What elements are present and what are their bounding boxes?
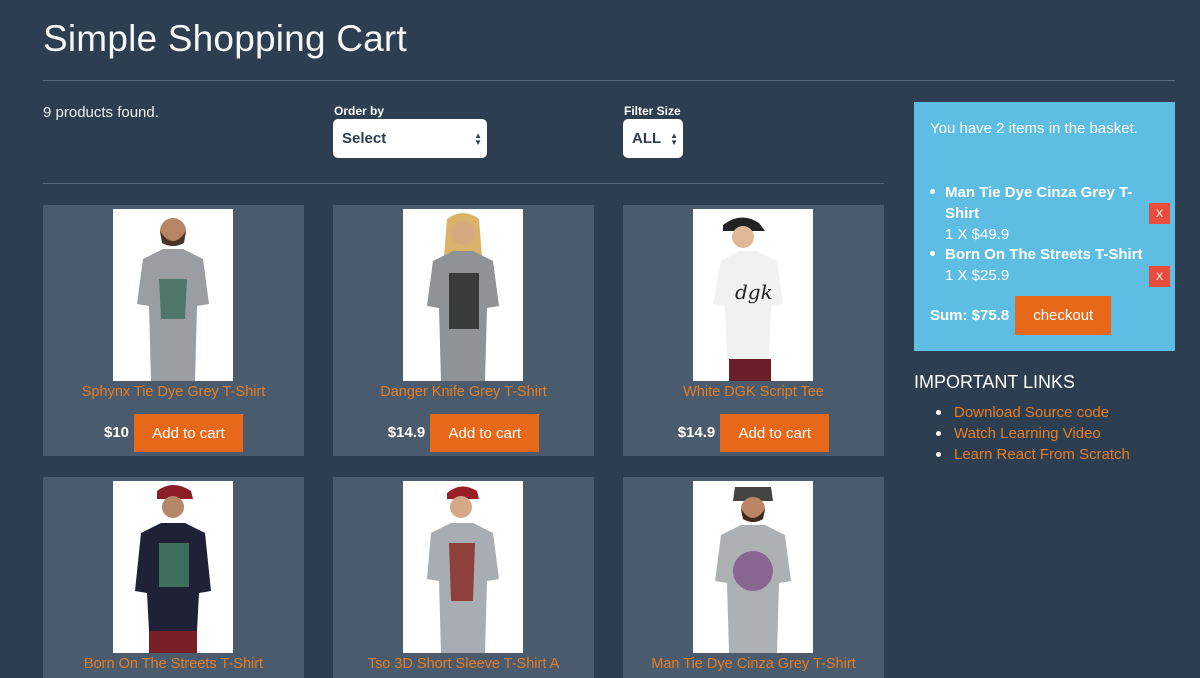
product-card: Man Tie Dye Cinza Grey T-Shirt: [623, 477, 884, 678]
link-learn-react[interactable]: Learn React From Scratch: [936, 444, 1130, 465]
link-watch-video[interactable]: Watch Learning Video: [936, 423, 1130, 444]
important-links-list: Download Source code Watch Learning Vide…: [936, 402, 1130, 465]
product-name[interactable]: Man Tie Dye Cinza Grey T-Shirt: [623, 656, 884, 672]
product-name[interactable]: Born On The Streets T-Shirt: [43, 656, 304, 672]
product-price: $14.9: [387, 424, 426, 441]
product-card: Born On The Streets T-Shirt: [43, 477, 304, 678]
order-by-value: Select: [342, 130, 387, 147]
link-download-source[interactable]: Download Source code: [936, 402, 1130, 423]
product-price: $10: [103, 424, 130, 441]
products-found-text: 9 products found.: [43, 104, 159, 121]
select-arrows-icon: ▲ ▼: [474, 130, 482, 147]
checkout-button[interactable]: checkout: [1015, 296, 1112, 335]
order-by-label: Order by: [334, 104, 385, 118]
product-card: Tso 3D Short Sleeve T-Shirt A: [333, 477, 594, 678]
add-to-cart-button[interactable]: Add to cart: [430, 414, 540, 452]
filter-size-label: Filter Size: [624, 104, 681, 118]
order-by-select[interactable]: Select ▲ ▼: [333, 119, 487, 158]
grid-divider: [43, 183, 884, 184]
remove-item-button[interactable]: X: [1149, 203, 1170, 224]
svg-text:dgk: dgk: [735, 280, 773, 304]
basket-panel: You have 2 items in the basket. Man Tie …: [914, 102, 1175, 351]
product-name[interactable]: Danger Knife Grey T-Shirt: [333, 384, 594, 400]
product-image[interactable]: [113, 481, 233, 653]
product-name[interactable]: Sphynx Tie Dye Grey T-Shirt: [43, 384, 304, 400]
basket-item-name: Man Tie Dye Cinza Grey T-Shirt: [945, 184, 1133, 222]
product-name[interactable]: White DGK Script Tee: [623, 384, 884, 400]
filter-size-select[interactable]: ALL ▲ ▼: [623, 119, 683, 158]
product-card: Sphynx Tie Dye Grey T-Shirt $10 Add to c…: [43, 205, 304, 456]
basket-count-text: You have 2 items in the basket.: [930, 120, 1138, 137]
select-arrows-icon: ▲ ▼: [670, 130, 678, 147]
basket-items-list: Man Tie Dye Cinza Grey T-Shirt 1 X $49.9…: [930, 182, 1170, 287]
basket-item-qty: 1 X $25.9: [945, 267, 1010, 284]
important-links-title: IMPORTANT LINKS: [914, 372, 1076, 392]
basket-item: Man Tie Dye Cinza Grey T-Shirt 1 X $49.9…: [930, 182, 1170, 244]
product-image[interactable]: [693, 481, 813, 653]
product-image[interactable]: [403, 209, 523, 381]
basket-item-qty: 1 X $49.9: [945, 226, 1010, 243]
product-image[interactable]: dgk: [693, 209, 813, 381]
basket-sum: Sum: $75.8: [930, 307, 1010, 324]
page-title: Simple Shopping Cart: [43, 18, 407, 59]
filter-size-value: ALL: [632, 130, 662, 147]
basket-item: Born On The Streets T-Shirt 1 X $25.9 X: [930, 244, 1170, 287]
basket-item-name: Born On The Streets T-Shirt: [945, 246, 1143, 263]
title-divider: [43, 80, 1175, 81]
add-to-cart-button[interactable]: Add to cart: [720, 414, 830, 452]
product-image[interactable]: [113, 209, 233, 381]
product-card: Danger Knife Grey T-Shirt $14.9 Add to c…: [333, 205, 594, 456]
product-name[interactable]: Tso 3D Short Sleeve T-Shirt A: [333, 656, 594, 672]
product-price: $14.9: [677, 424, 716, 441]
product-image[interactable]: [403, 481, 523, 653]
remove-item-button[interactable]: X: [1149, 266, 1170, 287]
product-card: dgk White DGK Script Tee $14.9 Add to ca…: [623, 205, 884, 456]
add-to-cart-button[interactable]: Add to cart: [134, 414, 244, 452]
